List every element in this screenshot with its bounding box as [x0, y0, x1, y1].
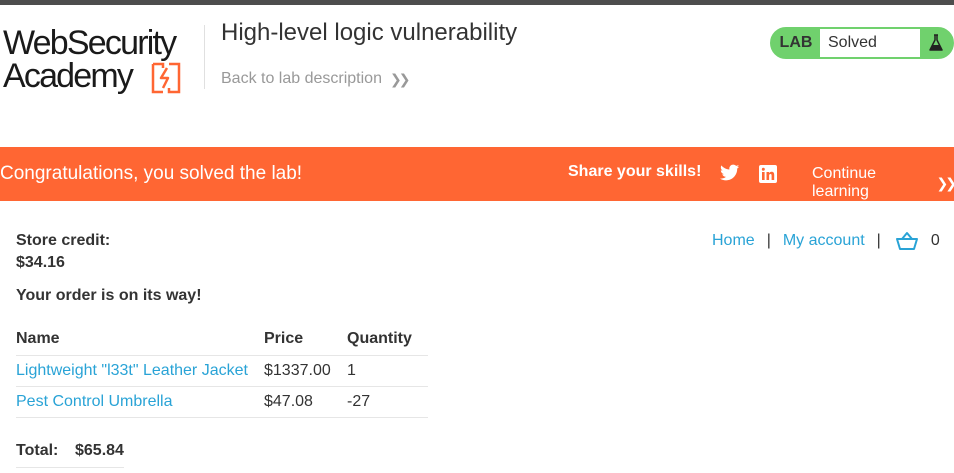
column-header-name: Name	[16, 324, 264, 356]
status-value: Solved	[820, 29, 920, 57]
share-skills-label: Share your skills!	[568, 163, 702, 180]
logo-bolt-icon	[151, 62, 181, 94]
store-credit-label: Store credit:	[16, 232, 111, 249]
continue-learning-link[interactable]: Continue learning ❯❯	[812, 165, 954, 201]
twitter-icon[interactable]	[720, 164, 740, 182]
my-account-link[interactable]: My account	[783, 232, 865, 250]
flask-icon	[920, 29, 952, 57]
product-price: $1337.00	[264, 355, 347, 387]
double-chevron-right-icon: ❯❯	[389, 70, 411, 87]
back-link-label: Back to lab description	[221, 70, 382, 87]
home-link[interactable]: Home	[712, 232, 755, 250]
total-label: Total:	[16, 436, 75, 468]
lab-title: High-level logic vulnerability	[221, 19, 518, 46]
table-row: Pest Control Umbrella $47.08 -27	[16, 386, 428, 418]
cart-count: 0	[930, 232, 940, 249]
double-chevron-right-icon: ❯❯	[936, 174, 954, 191]
product-link[interactable]: Pest Control Umbrella	[16, 393, 173, 410]
order-table: Name Price Quantity Lightweight "l33t" L…	[16, 324, 428, 418]
total-value: $65.84	[75, 436, 124, 468]
product-quantity: -27	[347, 386, 428, 418]
order-total: Total: $65.84	[16, 436, 124, 468]
table-header-row: Name Price Quantity	[16, 324, 428, 356]
column-header-quantity: Quantity	[347, 324, 428, 356]
linkedin-icon[interactable]	[759, 165, 777, 183]
product-price: $47.08	[264, 386, 347, 418]
top-nav: Home | My account | 0	[712, 231, 940, 251]
nav-separator: |	[766, 232, 771, 249]
status-prefix: LAB	[779, 34, 813, 51]
top-border	[0, 0, 954, 5]
order-confirmation-message: Your order is on its way!	[16, 287, 202, 304]
header-divider	[204, 25, 205, 89]
logo-line-2: Academy	[3, 57, 134, 95]
lab-status-badge: LAB Solved	[770, 27, 954, 59]
logo-line-1: WebSecurity	[3, 24, 177, 62]
congratulations-banner: Congratulations, you solved the lab! Sha…	[0, 147, 954, 201]
back-to-lab-description-link[interactable]: Back to lab description ❯❯	[221, 70, 411, 88]
cart-icon[interactable]	[895, 231, 919, 251]
column-header-price: Price	[264, 324, 347, 356]
product-quantity: 1	[347, 355, 428, 387]
congratulations-message: Congratulations, you solved the lab!	[0, 163, 303, 184]
table-row: Lightweight "l33t" Leather Jacket $1337.…	[16, 355, 428, 387]
product-link[interactable]: Lightweight "l33t" Leather Jacket	[16, 362, 248, 379]
store-credit-value: $34.16	[16, 254, 65, 271]
web-security-academy-logo[interactable]: WebSecurity Academy	[3, 26, 203, 98]
nav-separator: |	[876, 232, 881, 249]
continue-learning-label: Continue learning	[812, 165, 877, 200]
